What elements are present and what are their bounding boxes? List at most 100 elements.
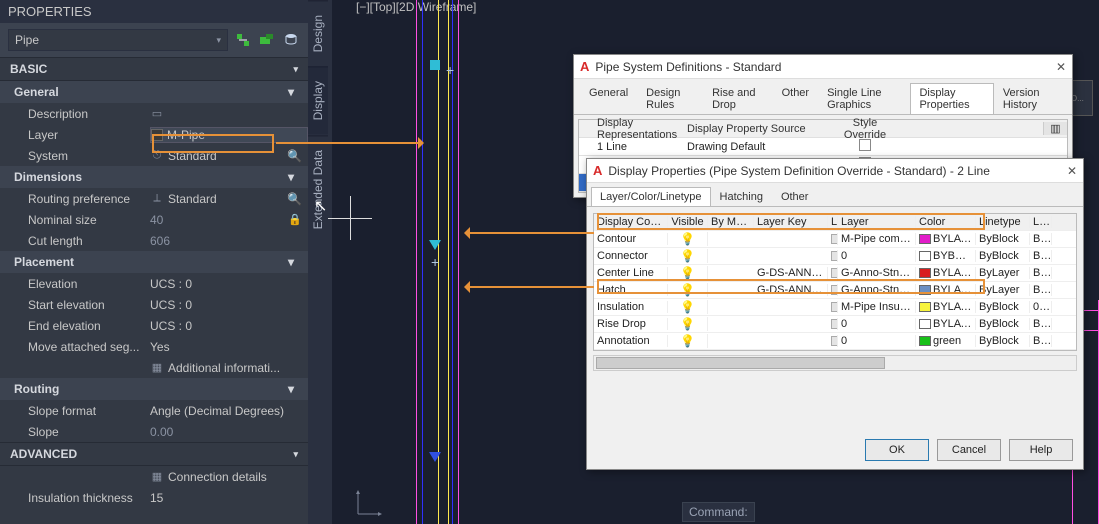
ok-button[interactable]: OK [865,439,929,461]
tab-version-history[interactable]: Version History [994,83,1066,114]
command-line[interactable]: Command: [682,502,755,522]
layer-icon[interactable] [831,319,838,329]
collapse-icon: ▾ [293,64,298,75]
tab-hatching[interactable]: Hatching [711,187,772,206]
annotation-arrow [276,142,420,144]
app-icon: A [593,163,602,178]
object-type-dropdown[interactable]: Pipe [8,29,228,51]
bulb-on-icon[interactable]: 💡 [680,300,695,314]
search-icon[interactable]: 🔍 [287,192,302,206]
grip-plus-icon[interactable]: + [431,254,439,270]
connection-details-button[interactable]: ▦Connection details [150,470,308,484]
layer-icon[interactable] [831,234,838,244]
layer-icon[interactable] [831,336,838,346]
elevation-value[interactable]: UCS : 0 [150,277,308,291]
display-component-row[interactable]: Connector💡0BYBLOCKByBlockBy... [594,248,1076,265]
annotation-arrow [468,232,594,234]
layer-icon[interactable] [831,268,838,278]
dialog1-titlebar[interactable]: A Pipe System Definitions - Standard ✕ [574,55,1072,79]
row-cut-length: Cut length 606 [0,230,308,251]
close-icon[interactable]: ✕ [1067,164,1077,178]
bulb-off-icon[interactable]: 💡 [680,317,695,331]
description-value[interactable]: ▭ [150,107,308,120]
color-swatch [919,234,931,244]
tab-display[interactable]: Display [308,66,328,134]
color-swatch [919,268,931,278]
horizontal-scrollbar[interactable] [593,355,1077,371]
tab-display-properties[interactable]: Display Properties [910,83,993,114]
display-component-row[interactable]: Contour💡M-Pipe compo...BYLAYERByBlockBy.… [594,231,1076,248]
arrow-cursor-icon: ↖ [314,196,327,216]
dialog2-tabs: Layer/Color/LinetypeHatchingOther [587,185,1083,207]
layer-icon[interactable] [831,302,838,312]
start-elev-value[interactable]: UCS : 0 [150,298,308,312]
bulb-on-icon[interactable]: 💡 [680,334,695,348]
override-checkbox[interactable] [859,139,871,151]
display-component-row[interactable]: Annotation💡0greenByBlockBy... [594,333,1076,350]
tab-layer-color-linetype[interactable]: Layer/Color/Linetype [591,187,711,206]
tab-other[interactable]: Other [773,83,819,114]
dialog2-titlebar[interactable]: A Display Properties (Pipe System Defini… [587,159,1083,183]
scrollbar-thumb[interactable] [596,357,885,369]
slope-format-value[interactable]: Angle (Decimal Degrees) [150,404,308,418]
cut-length-value[interactable]: 606 [150,234,308,248]
display-rep-row[interactable]: 1 LineDrawing Default [579,138,1067,156]
dialog-display-properties: A Display Properties (Pipe System Defini… [586,158,1084,470]
tab-rise-and-drop[interactable]: Rise and Drop [703,83,773,114]
pipe-icon: ⟂ [150,192,164,205]
display-component-row[interactable]: Rise Drop💡0BYLAYERByBlockBy... [594,316,1076,333]
nominal-size-value[interactable]: 40🔒 [150,213,308,227]
advanced-header[interactable]: ADVANCED▾ [0,442,308,466]
move-seg-value[interactable]: Yes [150,340,308,354]
tab-design[interactable]: Design [308,0,328,66]
placement-header[interactable]: Placement▾ [0,251,308,273]
routing-header[interactable]: Routing▾ [0,378,308,400]
bulb-off-icon[interactable]: 💡 [680,249,695,263]
grip-tri-down[interactable] [429,240,441,250]
color-swatch [919,302,931,312]
tab-single-line-graphics[interactable]: Single Line Graphics [818,83,910,114]
grid-header: Display Representations Display Property… [579,120,1067,138]
close-icon[interactable]: ✕ [1056,60,1066,74]
collapse-icon: ▾ [293,449,298,460]
help-button[interactable]: Help [1009,439,1073,461]
search-icon[interactable]: 🔍 [287,149,302,163]
layer-icon[interactable] [831,251,838,261]
collapse-icon: ▾ [288,170,294,184]
grip-tri-down-blue[interactable] [429,452,441,462]
basic-header[interactable]: BASIC▾ [0,57,308,81]
select-similar-icon[interactable] [258,31,276,49]
lock-icon[interactable]: 🔒 [288,213,302,226]
display-component-row[interactable]: Insulation💡M-Pipe Insulati...BYLAYERByBl… [594,299,1076,316]
dimensions-header[interactable]: Dimensions▾ [0,166,308,188]
row-nominal-size: Nominal size 40🔒 [0,209,308,230]
row-description: Description ▭ [0,103,308,124]
dialog2-title-text: Display Properties (Pipe System Definiti… [608,164,990,178]
color-swatch [919,336,931,346]
end-elev-value[interactable]: UCS : 0 [150,319,308,333]
insulation-thickness-value[interactable]: 15 [150,491,308,505]
app-icon: A [580,59,589,74]
object-type-value: Pipe [15,33,39,47]
additional-info-button[interactable]: ▦Additional informati... [150,361,308,375]
slope-value[interactable]: 0.00 [150,425,308,439]
tab-other[interactable]: Other [772,187,818,206]
grip-square[interactable] [430,60,440,70]
side-tabs: Design Display Extended Data [308,0,332,524]
tab-design-rules[interactable]: Design Rules [637,83,703,114]
grip-plus-icon[interactable]: + [446,62,454,78]
edit-override-icon[interactable]: ▥ [1043,122,1067,135]
tab-extended-data[interactable]: Extended Data [308,135,328,243]
routing-pref-value[interactable]: ⟂Standard🔍 [150,192,308,206]
quick-select-icon[interactable] [234,31,252,49]
dialog1-title-text: Pipe System Definitions - Standard [595,60,781,74]
bulb-on-icon[interactable]: 💡 [680,232,695,246]
bulb-off-icon[interactable]: 💡 [680,266,695,280]
pipe-inner-right [452,0,453,524]
properties-title: PROPERTIES [0,0,308,23]
general-header[interactable]: General▾ [0,81,308,103]
object-data-icon[interactable] [282,31,300,49]
color-swatch [919,319,931,329]
cancel-button[interactable]: Cancel [937,439,1001,461]
tab-general[interactable]: General [580,83,637,114]
